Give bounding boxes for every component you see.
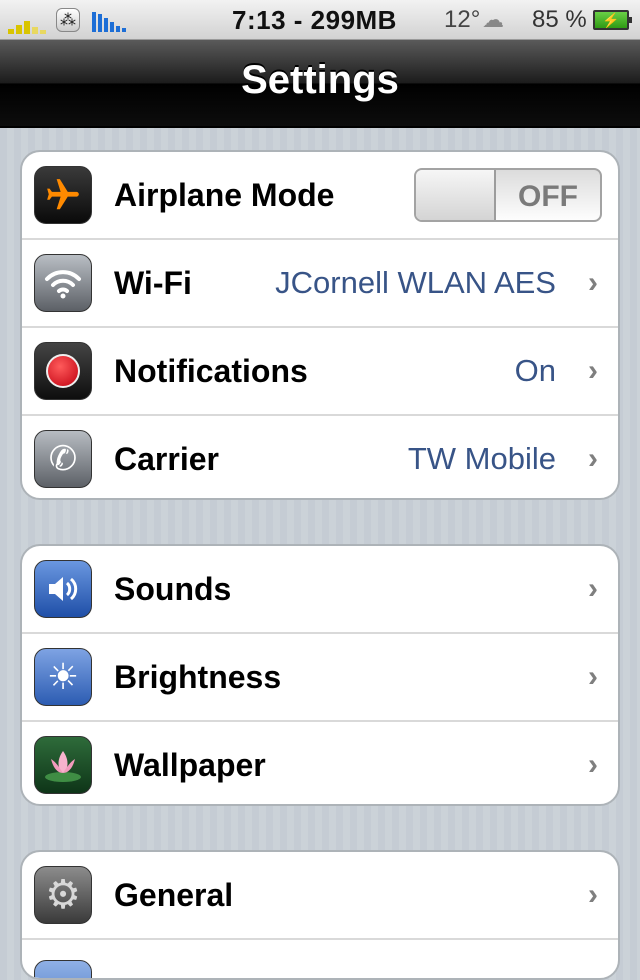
settings-group-display: Sounds › ☀ Brightness › Wallpaper › (20, 544, 620, 806)
carrier-value: TW Mobile (407, 441, 556, 476)
toggle-knob (416, 170, 496, 220)
notifications-value: On (514, 353, 556, 388)
notifications-icon (34, 342, 92, 400)
airplane-mode-label: Airplane Mode (114, 176, 335, 213)
row-brightness[interactable]: ☀ Brightness › (22, 632, 618, 720)
status-bar: ⁂ 7:13 - 299MB 12° ☁ 85 % ⚡ (0, 0, 640, 40)
chevron-right-icon: › (588, 660, 598, 693)
chevron-right-icon: › (588, 266, 598, 299)
speaker-icon (34, 560, 92, 618)
wallpaper-label: Wallpaper (114, 746, 266, 783)
settings-group-network: Airplane Mode OFF Wi-Fi JCornell WLAN AE… (20, 150, 620, 500)
navigation-bar: Settings (0, 40, 640, 128)
airplane-icon (34, 166, 92, 224)
notifications-label: Notifications (114, 352, 308, 389)
airplane-mode-toggle[interactable]: OFF (414, 168, 602, 222)
general-label: General (114, 876, 234, 913)
row-airplane-mode[interactable]: Airplane Mode OFF (22, 152, 618, 238)
partial-row-icon (34, 960, 92, 978)
row-carrier[interactable]: ✆ Carrier TW Mobile › (22, 414, 618, 498)
row-notifications[interactable]: Notifications On › (22, 326, 618, 414)
wifi-icon (34, 254, 92, 312)
chevron-right-icon: › (588, 748, 598, 781)
lotus-icon (34, 736, 92, 794)
row-wallpaper[interactable]: Wallpaper › (22, 720, 618, 804)
brightness-label: Brightness (114, 658, 282, 695)
row-wifi[interactable]: Wi-Fi JCornell WLAN AES › (22, 238, 618, 326)
row-partial-next[interactable] (22, 938, 618, 978)
gear-icon: ⚙ (34, 866, 92, 924)
signal-icon (8, 4, 46, 34)
row-general[interactable]: ⚙ General › (22, 852, 618, 938)
chevron-right-icon: › (588, 572, 598, 605)
sounds-label: Sounds (114, 570, 232, 607)
phone-icon: ✆ (34, 430, 92, 488)
carrier-label: Carrier (114, 440, 219, 477)
chevron-right-icon: › (588, 878, 598, 911)
toggle-state: OFF (518, 180, 578, 213)
wifi-network-value: JCornell WLAN AES (275, 265, 556, 300)
row-sounds[interactable]: Sounds › (22, 546, 618, 632)
chevron-right-icon: › (588, 354, 598, 387)
status-temperature: 12° (444, 6, 481, 33)
sun-icon: ☀ (34, 648, 92, 706)
network-bars-icon (92, 6, 126, 32)
wifi-label: Wi-Fi (114, 264, 192, 301)
battery-percent: 85 % (532, 6, 587, 33)
battery-icon: ⚡ (593, 10, 632, 30)
settings-group-general: ⚙ General › (20, 850, 620, 980)
page-title: Settings (241, 58, 399, 102)
status-time: 7:13 - 299MB (232, 4, 397, 35)
blackberry-icon: ⁂ (56, 8, 80, 32)
chevron-right-icon: › (588, 442, 598, 475)
cloud-icon: ☁ (482, 7, 504, 32)
